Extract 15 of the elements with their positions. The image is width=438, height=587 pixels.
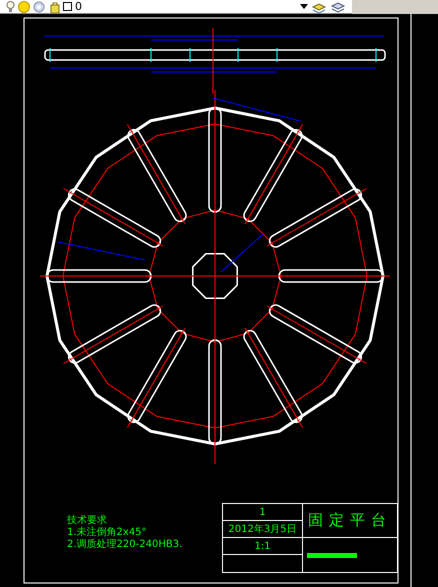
- color-swatch[interactable]: [63, 2, 72, 11]
- technical-note: 技术要求: [67, 515, 108, 526]
- lightbulb-icon[interactable]: [6, 1, 15, 12]
- quantity-cell: 1: [223, 504, 302, 521]
- date-cell: 2012年3月5日: [223, 521, 302, 538]
- padlock-icon[interactable]: [48, 0, 60, 12]
- layers-icon[interactable]: [330, 0, 346, 12]
- drawing-title: 固定平台: [303, 504, 397, 538]
- technical-note: 1.未注倒角2x45°: [67, 527, 148, 538]
- scale-cell: 1:1: [223, 538, 302, 555]
- technical-note: 2.调质处理220-240HB3.: [67, 539, 182, 551]
- layer-name: 0: [75, 1, 82, 12]
- dropdown-caret-icon[interactable]: [300, 4, 308, 9]
- layers-icon[interactable]: [311, 0, 327, 12]
- filled-bar: [307, 552, 357, 558]
